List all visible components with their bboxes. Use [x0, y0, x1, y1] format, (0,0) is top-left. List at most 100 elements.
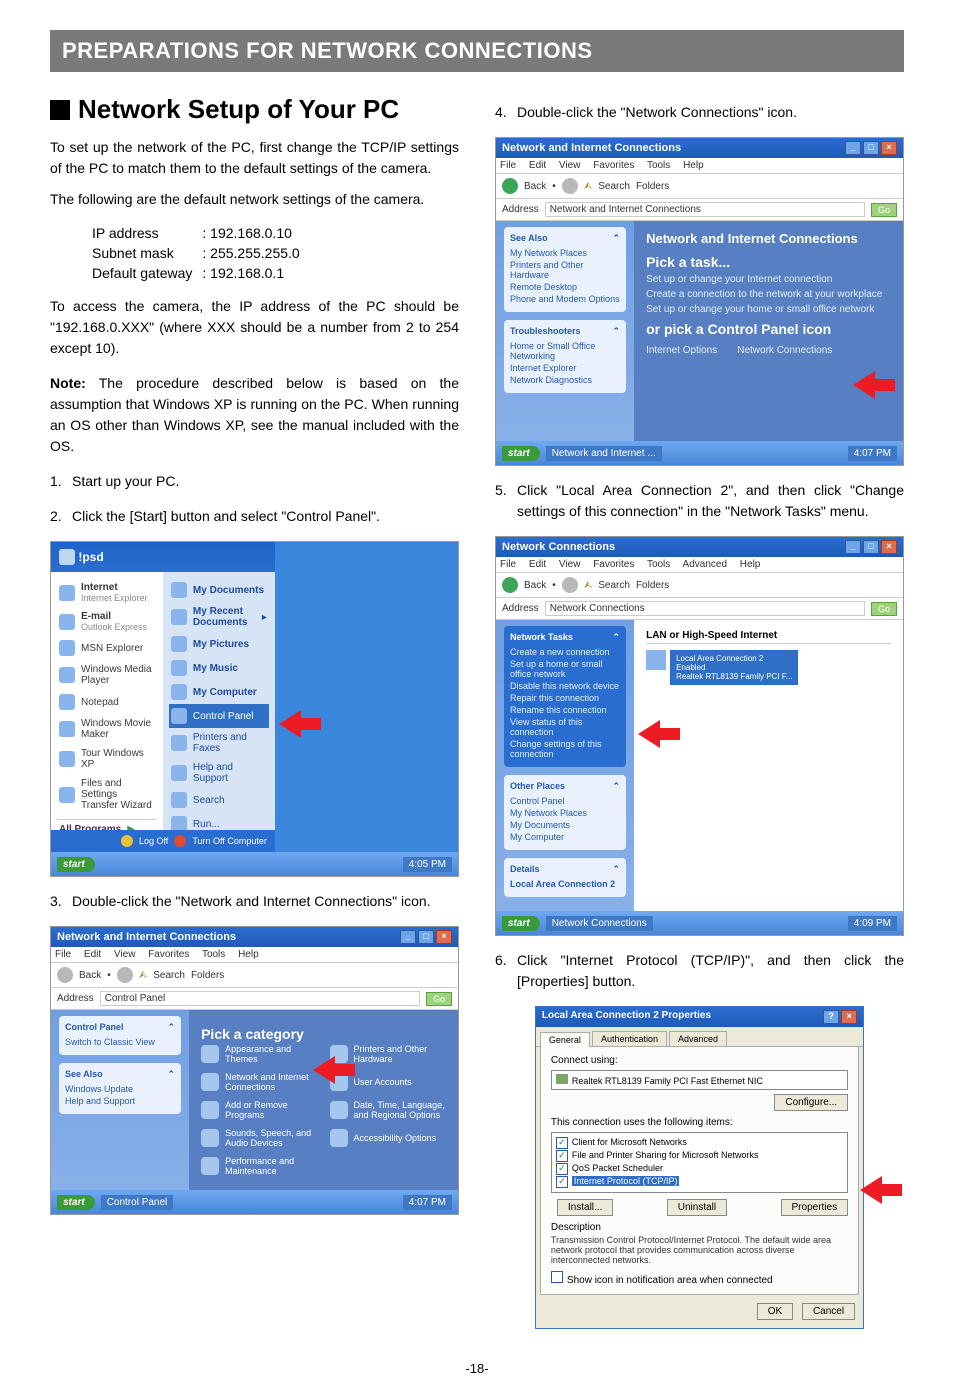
cat-printers[interactable]: Printers and Other Hardware [354, 1044, 446, 1064]
sm-item[interactable]: Printers and Faxes [193, 732, 267, 754]
start-button[interactable]: start [502, 916, 540, 931]
sm-item-control-panel[interactable]: Control Panel [193, 711, 254, 722]
checkbox-icon[interactable] [551, 1271, 563, 1283]
connection-item[interactable]: Local Area Connection 2 Enabled Realtek … [670, 650, 798, 685]
sm-item[interactable]: Windows Movie Maker [81, 718, 155, 740]
logoff-label[interactable]: Log Off [139, 836, 168, 846]
components-list[interactable]: ✓ Client for Microsoft Networks ✓ File and… [551, 1132, 848, 1193]
menu-edit[interactable]: Edit [529, 559, 546, 570]
side-item[interactable]: Home or Small Office Networking [510, 341, 620, 361]
sm-item[interactable]: Search [193, 795, 225, 806]
list-item-tcpip[interactable]: Internet Protocol (TCP/IP) [572, 1176, 680, 1186]
side-item[interactable]: My Network Places [510, 248, 620, 258]
address-value[interactable]: Network Connections [545, 601, 865, 616]
menu-edit[interactable]: Edit [529, 160, 546, 171]
search-label[interactable]: Search [598, 580, 630, 591]
back-label[interactable]: Back [524, 181, 546, 192]
close-icon[interactable]: × [841, 1010, 857, 1024]
maximize-icon[interactable]: □ [418, 930, 434, 944]
close-icon[interactable]: × [881, 540, 897, 554]
close-icon[interactable]: × [881, 141, 897, 155]
up-icon[interactable]: ⮙ [584, 580, 593, 591]
up-icon[interactable]: ⮙ [139, 970, 148, 981]
sm-item[interactable]: Notepad [81, 697, 119, 708]
ok-button[interactable]: OK [757, 1303, 793, 1320]
side-item[interactable]: Remote Desktop [510, 282, 620, 292]
maximize-icon[interactable]: □ [863, 540, 879, 554]
taskbar-app[interactable]: Network and Internet ... [546, 446, 662, 461]
up-icon[interactable]: ⮙ [584, 181, 593, 192]
cat-network[interactable]: Network and Internet Connections [225, 1072, 317, 1092]
menu-view[interactable]: View [559, 559, 581, 570]
forward-icon[interactable] [562, 178, 578, 194]
cat-accessibility[interactable]: Accessibility Options [354, 1133, 437, 1143]
side-item[interactable]: Repair this connection [510, 693, 620, 703]
checkbox-icon[interactable]: ✓ [556, 1137, 568, 1149]
task-link[interactable]: Create a connection to the network at yo… [646, 289, 891, 300]
menu-help[interactable]: Help [740, 559, 761, 570]
menu-tools[interactable]: Tools [202, 949, 225, 960]
side-item-change-settings[interactable]: Change settings of this connection [510, 739, 620, 759]
cat-sounds[interactable]: Sounds, Speech, and Audio Devices [225, 1128, 317, 1148]
sm-item[interactable]: Tour Windows XP [81, 748, 155, 770]
maximize-icon[interactable]: □ [863, 141, 879, 155]
side-item[interactable]: Help and Support [65, 1096, 175, 1106]
sm-item[interactable]: My Documents [193, 585, 264, 596]
folders-label[interactable]: Folders [636, 181, 669, 192]
cat-performance[interactable]: Performance and Maintenance [225, 1156, 317, 1176]
cat-addremove[interactable]: Add or Remove Programs [225, 1100, 317, 1120]
checkbox-icon[interactable]: ✓ [556, 1176, 568, 1188]
menu-favorites[interactable]: Favorites [593, 160, 634, 171]
forward-icon[interactable] [562, 577, 578, 593]
list-item[interactable]: QoS Packet Scheduler [572, 1163, 663, 1173]
back-icon[interactable] [57, 967, 73, 983]
back-icon[interactable] [502, 577, 518, 593]
menu-view[interactable]: View [559, 160, 581, 171]
close-icon[interactable]: × [436, 930, 452, 944]
list-item[interactable]: Client for Microsoft Networks [572, 1137, 687, 1147]
menu-help[interactable]: Help [238, 949, 259, 960]
back-icon[interactable] [502, 178, 518, 194]
side-item[interactable]: Rename this connection [510, 705, 620, 715]
shutdown-icon[interactable] [174, 835, 186, 847]
forward-icon[interactable] [117, 967, 133, 983]
list-item[interactable]: File and Printer Sharing for Microsoft N… [572, 1150, 759, 1160]
sm-item[interactable]: My Music [193, 663, 238, 674]
cat-datetime[interactable]: Date, Time, Language, and Regional Optio… [354, 1100, 446, 1120]
menu-edit[interactable]: Edit [84, 949, 101, 960]
side-item[interactable]: My Documents [510, 820, 620, 830]
search-label[interactable]: Search [153, 970, 185, 981]
sm-item-internet[interactable]: Internet [81, 582, 118, 593]
sm-item[interactable]: My Recent Documents [193, 606, 256, 628]
menu-tools[interactable]: Tools [647, 559, 670, 570]
tab-advanced[interactable]: Advanced [669, 1031, 727, 1046]
side-item[interactable]: Phone and Modem Options [510, 294, 620, 304]
side-item[interactable]: View status of this connection [510, 717, 620, 737]
side-item[interactable]: Disable this network device [510, 681, 620, 691]
checkbox-icon[interactable]: ✓ [556, 1163, 568, 1175]
start-button[interactable]: start [502, 446, 540, 461]
sm-item[interactable]: My Pictures [193, 639, 249, 650]
back-label[interactable]: Back [79, 970, 101, 981]
side-item[interactable]: My Network Places [510, 808, 620, 818]
collapse-icon[interactable]: ⌃ [168, 1069, 176, 1080]
side-item[interactable]: Set up a home or small office network [510, 659, 620, 679]
minimize-icon[interactable]: _ [845, 141, 861, 155]
cancel-button[interactable]: Cancel [802, 1303, 855, 1320]
collapse-icon[interactable]: ⌃ [613, 233, 621, 244]
checkbox-icon[interactable]: ✓ [556, 1150, 568, 1162]
configure-button[interactable]: Configure... [774, 1094, 848, 1111]
install-button[interactable]: Install... [557, 1199, 613, 1216]
uninstall-button[interactable]: Uninstall [667, 1199, 727, 1216]
shutdown-label[interactable]: Turn Off Computer [192, 836, 267, 846]
menu-favorites[interactable]: Favorites [148, 949, 189, 960]
menu-favorites[interactable]: Favorites [593, 559, 634, 570]
tab-auth[interactable]: Authentication [592, 1031, 667, 1046]
menu-advanced[interactable]: Advanced [683, 559, 727, 570]
minimize-icon[interactable]: _ [400, 930, 416, 944]
sm-item[interactable]: Run... [193, 819, 220, 830]
collapse-icon[interactable]: ⌃ [613, 864, 621, 875]
sm-item[interactable]: Windows Media Player [81, 664, 155, 686]
sm-item[interactable]: MSN Explorer [81, 643, 143, 654]
sm-item-email[interactable]: E-mail [81, 611, 111, 622]
